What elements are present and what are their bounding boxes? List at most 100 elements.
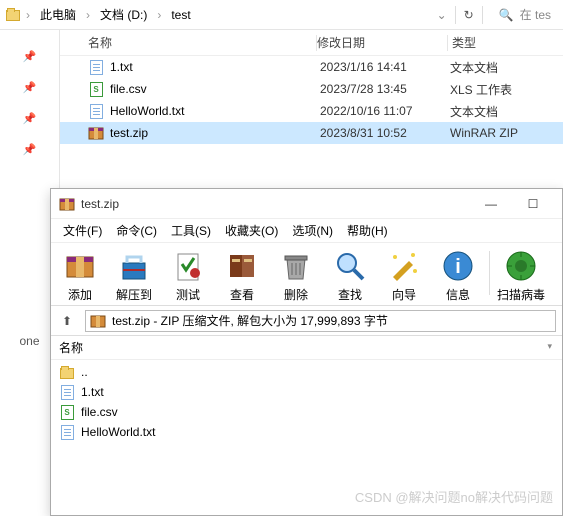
search-icon: 🔍	[499, 8, 514, 22]
file-row[interactable]: HelloWorld.txt2022/10/16 11:07文本文档	[60, 100, 563, 122]
archive-entry[interactable]: ..	[51, 362, 562, 382]
menu-item[interactable]: 命令(C)	[110, 220, 163, 241]
archive-entry[interactable]: Sfile.csv	[51, 402, 562, 422]
separator	[455, 6, 456, 24]
delete-icon	[279, 249, 313, 283]
pin-icon[interactable]: 📌	[23, 81, 37, 94]
breadcrumb[interactable]: › 此电脑 › 文档 (D:) › test ⌄ ↻ 🔍 在 tes	[0, 0, 563, 30]
crumb-0[interactable]: 此电脑	[34, 4, 82, 26]
up-button[interactable]: ⬆	[57, 311, 77, 331]
file-row[interactable]: test.zip2023/8/31 10:52WinRAR ZIP	[60, 122, 563, 144]
test-icon	[171, 249, 205, 283]
pin-icon[interactable]: 📌	[23, 143, 37, 156]
add-icon	[63, 249, 97, 283]
watermark: CSDN @解决问题no解决代码问题	[355, 487, 553, 506]
tool-label: 查找	[338, 286, 362, 303]
tool-find-button[interactable]: 查找	[325, 249, 375, 303]
maximize-button[interactable]: ☐	[512, 190, 554, 218]
pin-icon[interactable]: 📌	[23, 112, 37, 125]
entry-name: HelloWorld.txt	[81, 425, 155, 439]
scan-icon	[504, 249, 538, 283]
separator	[482, 6, 483, 24]
file-list[interactable]: 1.txt2023/1/16 14:41文本文档Sfile.csv2023/7/…	[60, 56, 563, 144]
find-icon	[333, 249, 367, 283]
menu-item[interactable]: 收藏夹(O)	[219, 220, 284, 241]
pin-icon[interactable]: 📌	[23, 50, 37, 63]
chevron-right-icon: ›	[24, 8, 32, 22]
file-type: 文本文档	[450, 59, 563, 76]
view-icon	[225, 249, 259, 283]
refresh-icon[interactable]: ↻	[464, 8, 474, 22]
tool-add-button[interactable]: 添加	[55, 249, 105, 303]
col-type[interactable]: 类型	[448, 34, 563, 51]
titlebar[interactable]: test.zip — ☐	[51, 189, 562, 219]
file-name: file.csv	[110, 82, 320, 96]
tool-label: 向导	[392, 286, 416, 303]
search-placeholder: 在 tes	[520, 6, 551, 23]
extract-icon	[117, 249, 151, 283]
menu-bar[interactable]: 文件(F)命令(C)工具(S)收藏夹(O)选项(N)帮助(H)	[51, 219, 562, 243]
archive-icon	[90, 313, 106, 329]
info-icon: i	[441, 249, 475, 283]
file-name: test.zip	[110, 126, 320, 140]
path-bar: ⬆ test.zip - ZIP 压缩文件, 解包大小为 17,999,893 …	[51, 306, 562, 336]
tool-extract-button[interactable]: 解压到	[109, 249, 159, 303]
toolbar: 添加 解压到 测试查看删除 查找 向导 i 信息 扫描病毒	[51, 243, 562, 306]
tool-view-button[interactable]: 查看	[217, 249, 267, 303]
tool-label: 添加	[68, 286, 92, 303]
list-header[interactable]: 名称 ▾	[51, 336, 562, 360]
tool-label: 解压到	[116, 286, 152, 303]
up-icon	[59, 364, 75, 380]
zip-icon	[88, 125, 104, 141]
tool-scan-button[interactable]: 扫描病毒	[496, 249, 546, 303]
chevron-down-icon[interactable]: ▾	[547, 341, 552, 352]
file-type: XLS 工作表	[450, 81, 563, 98]
tool-label: 删除	[284, 286, 308, 303]
file-date: 2023/7/28 13:45	[320, 82, 450, 96]
menu-item[interactable]: 选项(N)	[286, 220, 339, 241]
archive-entry[interactable]: 1.txt	[51, 382, 562, 402]
col-name: 名称	[59, 339, 83, 356]
archive-list[interactable]: .. 1.txt Sfile.csv HelloWorld.txt	[51, 360, 562, 444]
entry-name: file.csv	[81, 405, 118, 419]
file-type: WinRAR ZIP	[450, 126, 563, 140]
tool-delete-button[interactable]: 删除	[271, 249, 321, 303]
tool-label: 测试	[176, 286, 200, 303]
column-headers[interactable]: 名称 修改日期 类型	[60, 30, 563, 56]
menu-item[interactable]: 帮助(H)	[341, 220, 394, 241]
txt-icon	[59, 424, 75, 440]
separator	[489, 251, 490, 295]
entry-name: 1.txt	[81, 385, 104, 399]
tool-wizard-button[interactable]: 向导	[379, 249, 429, 303]
col-name[interactable]: 名称	[60, 34, 316, 51]
file-name: 1.txt	[110, 60, 320, 74]
search-input[interactable]: 🔍 在 tes	[491, 6, 551, 23]
chevron-right-icon: ›	[84, 8, 92, 22]
path-field[interactable]: test.zip - ZIP 压缩文件, 解包大小为 17,999,893 字节	[85, 310, 556, 332]
tool-label: 信息	[446, 286, 470, 303]
menu-item[interactable]: 工具(S)	[165, 220, 217, 241]
file-name: HelloWorld.txt	[110, 104, 320, 118]
chevron-right-icon: ›	[155, 8, 163, 22]
file-date: 2023/8/31 10:52	[320, 126, 450, 140]
col-date[interactable]: 修改日期	[317, 34, 447, 51]
folder-icon	[4, 4, 22, 26]
menu-item[interactable]: 文件(F)	[57, 220, 108, 241]
crumb-1[interactable]: 文档 (D:)	[94, 4, 153, 26]
dropdown-icon[interactable]: ⌄	[437, 8, 447, 22]
file-row[interactable]: Sfile.csv2023/7/28 13:45XLS 工作表	[60, 78, 563, 100]
txt-icon	[88, 59, 104, 75]
csv-icon: S	[59, 404, 75, 420]
tool-test-button[interactable]: 测试	[163, 249, 213, 303]
entry-name: ..	[81, 365, 88, 379]
tool-info-button[interactable]: i 信息	[433, 249, 483, 303]
file-type: 文本文档	[450, 103, 563, 120]
file-date: 2023/1/16 14:41	[320, 60, 450, 74]
archive-entry[interactable]: HelloWorld.txt	[51, 422, 562, 442]
minimize-button[interactable]: —	[470, 190, 512, 218]
winrar-icon	[59, 196, 75, 212]
file-row[interactable]: 1.txt2023/1/16 14:41文本文档	[60, 56, 563, 78]
txt-icon	[88, 103, 104, 119]
svg-text:i: i	[455, 256, 461, 278]
crumb-2[interactable]: test	[165, 4, 196, 26]
